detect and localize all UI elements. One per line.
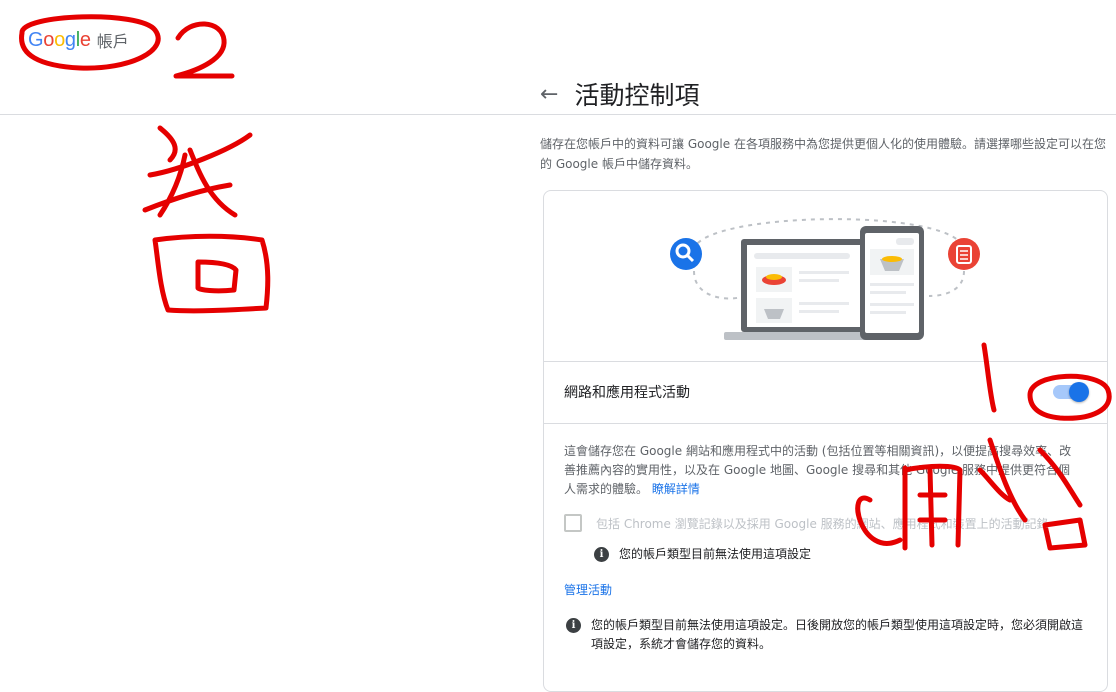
brand[interactable]: Google 帳戶 xyxy=(28,28,129,52)
account-label: 帳戶 xyxy=(96,32,129,51)
activity-toggle[interactable] xyxy=(1053,382,1089,402)
page-heading: ← 活動控制項 xyxy=(540,76,699,112)
logo-letter: e xyxy=(79,28,91,51)
info-icon: i xyxy=(594,547,609,562)
logo-letter: G xyxy=(28,28,44,51)
learn-more-link[interactable]: 瞭解詳情 xyxy=(652,482,700,496)
info-icon: i xyxy=(566,618,581,633)
account-notice-text: 您的帳戶類型目前無法使用這項設定。日後開放您的帳戶類型使用這項設定時，您必須開啟… xyxy=(591,618,1084,651)
account-notice: i 您的帳戶類型目前無法使用這項設定。日後開放您的帳戶類型使用這項設定時，您必須… xyxy=(566,616,1086,654)
divider xyxy=(544,423,1107,424)
divider xyxy=(544,361,1107,362)
google-logo[interactable]: Google xyxy=(28,29,91,52)
unavailable-notice: i 您的帳戶類型目前無法使用這項設定 xyxy=(594,545,811,564)
return-box-annotation xyxy=(152,233,271,314)
document-badge-icon xyxy=(948,238,980,270)
intro-text: 儲存在您帳戶中的資料可讓 Google 在各項服務中為您提供更個人化的使用體驗。… xyxy=(540,137,1106,171)
setting-description: 這會儲存您在 Google 網站和應用程式中的活動 (包括位置等相關資訊)，以便… xyxy=(564,442,1074,499)
page-title: 活動控制項 xyxy=(574,81,700,110)
chrome-history-option: 包括 Chrome 瀏覽記錄以及採用 Google 服務的網站、應用程式和裝置上… xyxy=(564,514,1049,532)
back-glyph-annotation xyxy=(142,125,253,218)
search-badge-icon xyxy=(670,238,702,270)
logo-letter: o xyxy=(43,28,55,51)
logo-letter: o xyxy=(54,28,65,51)
activity-illustration xyxy=(670,218,980,340)
toggle-knob xyxy=(1069,382,1089,402)
manage-activity-link[interactable]: 管理活動 xyxy=(564,581,612,598)
checkbox-label: 包括 Chrome 瀏覽記錄以及採用 Google 服務的網站、應用程式和裝置上… xyxy=(596,516,1049,531)
web-app-activity-row: 網路和應用程式活動 xyxy=(564,379,1089,405)
activity-card: 網路和應用程式活動 這會儲存您在 Google 網站和應用程式中的活動 (包括位… xyxy=(543,190,1108,692)
manage-activity-label[interactable]: 管理活動 xyxy=(564,583,612,597)
logo-letter: g xyxy=(64,28,76,51)
chrome-history-checkbox[interactable] xyxy=(564,514,582,532)
app-header: Google 帳戶 ← 活動控制項 xyxy=(0,0,1116,115)
back-arrow-icon[interactable]: ← xyxy=(540,82,558,107)
setting-title: 網路和應用程式活動 xyxy=(564,385,690,401)
description-text: 這會儲存您在 Google 網站和應用程式中的活動 (包括位置等相關資訊)，以便… xyxy=(564,444,1072,496)
notice-text: 您的帳戶類型目前無法使用這項設定 xyxy=(619,547,812,561)
